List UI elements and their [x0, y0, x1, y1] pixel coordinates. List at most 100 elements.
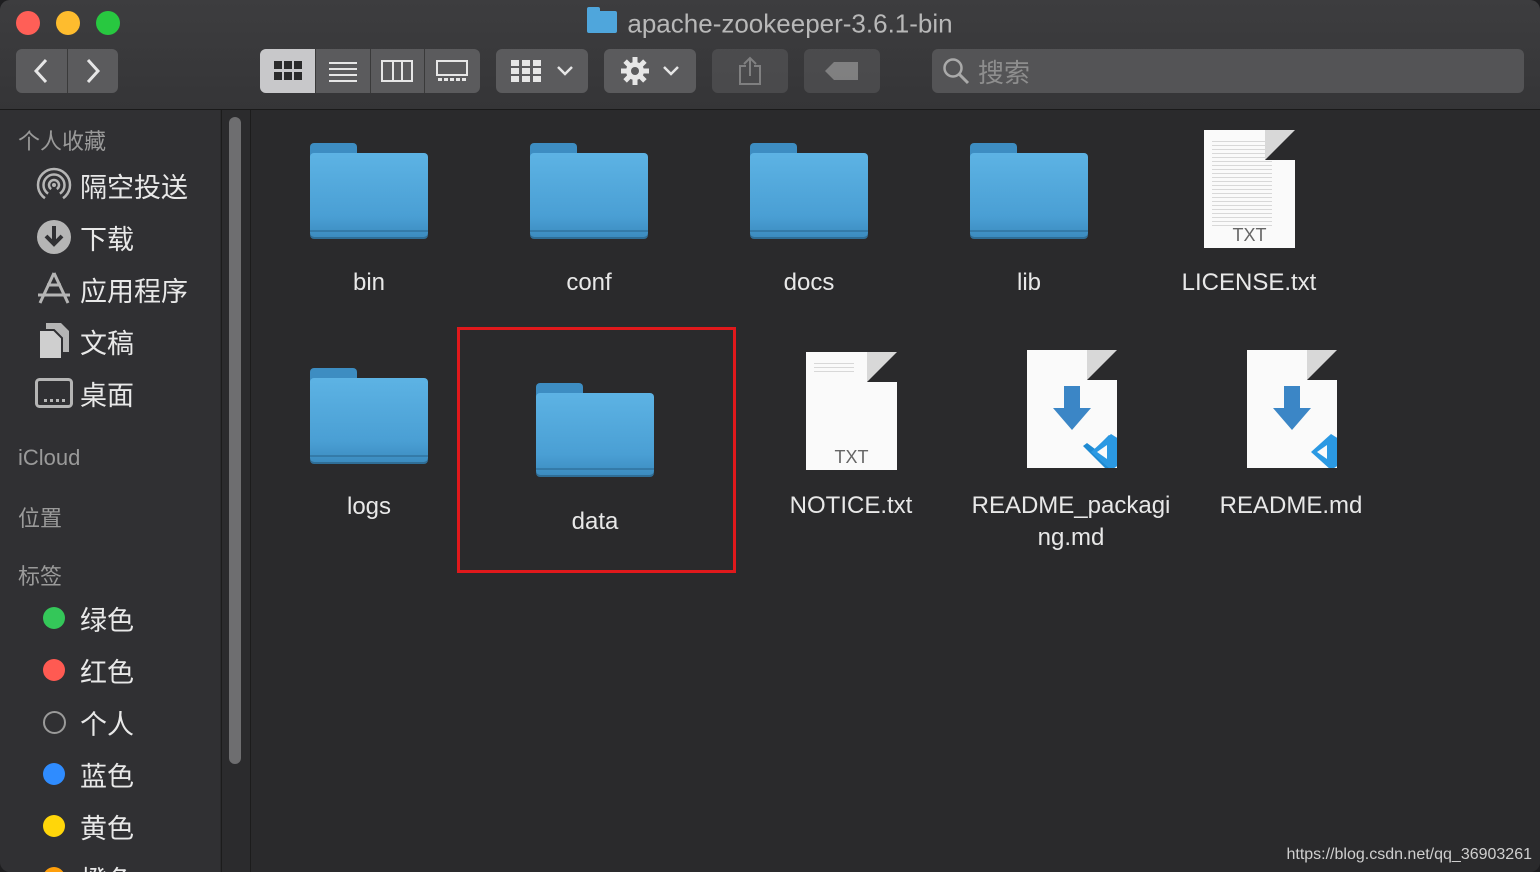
- file-item-readme[interactable]: README.md: [1209, 350, 1373, 530]
- tag-dot-icon: [34, 754, 74, 794]
- sidebar-tag-blue[interactable]: 蓝色: [34, 754, 134, 794]
- tag-label: 绿色: [80, 605, 134, 636]
- file-item-license[interactable]: TXT LICENSE.txt: [1169, 130, 1329, 310]
- folder-icon: [530, 143, 648, 237]
- file-item-logs[interactable]: logs: [289, 365, 449, 535]
- action-menu-button[interactable]: [604, 49, 696, 93]
- folder-icon: [750, 143, 868, 237]
- window-title: apache-zookeeper-3.6.1-bin: [0, 7, 1540, 40]
- sidebar-item-label: 文稿: [80, 328, 134, 359]
- tag-dot-icon: [34, 650, 74, 690]
- sidebar-item-label: 隔空投送: [80, 172, 188, 203]
- tag-dot-icon: [34, 702, 74, 742]
- folder-icon: [970, 143, 1088, 237]
- icloud-header[interactable]: iCloud: [18, 445, 80, 471]
- sidebar-item-label: 应用程序: [80, 276, 188, 307]
- sidebar-item-desktop[interactable]: 桌面: [34, 373, 134, 413]
- tag-label: 个人: [80, 709, 134, 740]
- tag-dot-icon: [34, 806, 74, 846]
- file-name: LICENSE.txt: [1181, 269, 1317, 296]
- sidebar-tag-orange[interactable]: 橙色: [34, 858, 134, 872]
- text-file-icon: TXT: [1204, 130, 1295, 248]
- search-field[interactable]: 搜索: [932, 49, 1524, 93]
- sidebar-tag-green[interactable]: 绿色: [34, 598, 134, 638]
- folder-icon: [310, 368, 428, 462]
- chevron-left-icon: [34, 58, 48, 84]
- download-icon: [34, 217, 74, 257]
- gallery-view-button[interactable]: [425, 49, 480, 93]
- file-name: NOTICE.txt: [789, 492, 913, 519]
- group-grid-icon: [511, 60, 541, 82]
- finder-window: apache-zookeeper-3.6.1-bin 搜索 个人收藏 隔空投送 …: [0, 0, 1540, 872]
- share-icon: [739, 56, 761, 85]
- tag-label: 红色: [80, 657, 134, 688]
- chevron-right-icon: [86, 58, 100, 84]
- gear-icon: [621, 57, 649, 85]
- chevron-down-icon: [557, 66, 573, 76]
- text-file-icon: TXT: [806, 352, 897, 470]
- file-item-conf[interactable]: conf: [509, 140, 669, 310]
- file-name: lib: [1016, 269, 1041, 296]
- toolbar: apache-zookeeper-3.6.1-bin 搜索: [0, 0, 1540, 110]
- file-name: logs: [346, 493, 392, 520]
- sidebar-tag-personal[interactable]: 个人: [34, 702, 134, 742]
- chevron-down-icon: [663, 66, 679, 76]
- sidebar: 个人收藏 隔空投送 下载 应用程序 文稿 桌面 iCloud 位置 标签 绿色 …: [0, 110, 220, 872]
- tag-label: 黄色: [80, 813, 134, 844]
- tags-header[interactable]: 标签: [18, 559, 62, 591]
- file-name: README.md: [1219, 492, 1363, 519]
- nav-buttons: [16, 49, 118, 93]
- file-name: bin: [352, 269, 386, 296]
- sidebar-tag-yellow[interactable]: 黄色: [34, 806, 134, 846]
- search-icon: [943, 58, 970, 85]
- sidebar-item-applications[interactable]: 应用程序: [34, 269, 188, 309]
- file-name: docs: [783, 269, 835, 296]
- forward-button[interactable]: [68, 49, 119, 93]
- edit-tags-button[interactable]: [804, 49, 880, 93]
- file-item-lib[interactable]: lib: [949, 140, 1109, 310]
- locations-header[interactable]: 位置: [18, 501, 62, 533]
- applications-icon: [34, 269, 74, 309]
- group-by-button[interactable]: [496, 49, 588, 93]
- file-item-docs[interactable]: docs: [729, 140, 889, 310]
- vscode-icon: [1053, 386, 1117, 468]
- favorites-header: 个人收藏: [18, 129, 107, 154]
- tag-dot-icon: [34, 598, 74, 638]
- back-button[interactable]: [16, 49, 68, 93]
- gallery-icon: [436, 60, 469, 81]
- file-name: conf: [566, 269, 612, 296]
- column-view-button[interactable]: [371, 49, 425, 93]
- documents-icon: [34, 321, 74, 361]
- folder-icon: [310, 143, 428, 237]
- tag-dot-icon: [34, 858, 74, 872]
- sidebar-item-label: 下载: [80, 224, 134, 255]
- sidebar-item-airdrop[interactable]: 隔空投送: [34, 165, 188, 205]
- file-item-bin[interactable]: bin: [289, 140, 449, 310]
- sidebar-item-downloads[interactable]: 下载: [34, 217, 134, 257]
- icon-view-button[interactable]: [260, 49, 317, 93]
- markdown-file-icon: [1247, 350, 1337, 468]
- sidebar-item-documents[interactable]: 文稿: [34, 321, 134, 361]
- share-button[interactable]: [712, 49, 788, 93]
- markdown-file-icon: [1027, 350, 1117, 468]
- view-mode-control: [260, 49, 480, 93]
- sidebar-item-label: 桌面: [80, 380, 134, 411]
- list-icon: [328, 62, 357, 82]
- vscode-icon: [1273, 386, 1337, 468]
- file-item-notice[interactable]: TXT NOTICE.txt: [771, 352, 931, 532]
- folder-icon: [587, 7, 618, 33]
- airdrop-icon: [34, 165, 74, 205]
- sidebar-tag-red[interactable]: 红色: [34, 650, 134, 690]
- file-name: README_packagi ng.md: [971, 492, 1171, 551]
- list-view-button[interactable]: [316, 49, 371, 93]
- file-grid: bin conf docs lib TXT LICENSE.txt logs d…: [251, 110, 1540, 872]
- sidebar-scroll-thumb[interactable]: [229, 117, 241, 764]
- grid-icon: [273, 61, 302, 80]
- file-item-readme-packaging[interactable]: README_packagi ng.md: [965, 350, 1177, 560]
- tag-icon: [825, 62, 858, 80]
- tag-label: 橙色: [80, 859, 134, 872]
- columns-icon: [381, 60, 414, 82]
- watermark: https://blog.csdn.net/qq_36903261: [1286, 846, 1532, 863]
- desktop-icon: [34, 373, 74, 413]
- tag-label: 蓝色: [80, 761, 134, 792]
